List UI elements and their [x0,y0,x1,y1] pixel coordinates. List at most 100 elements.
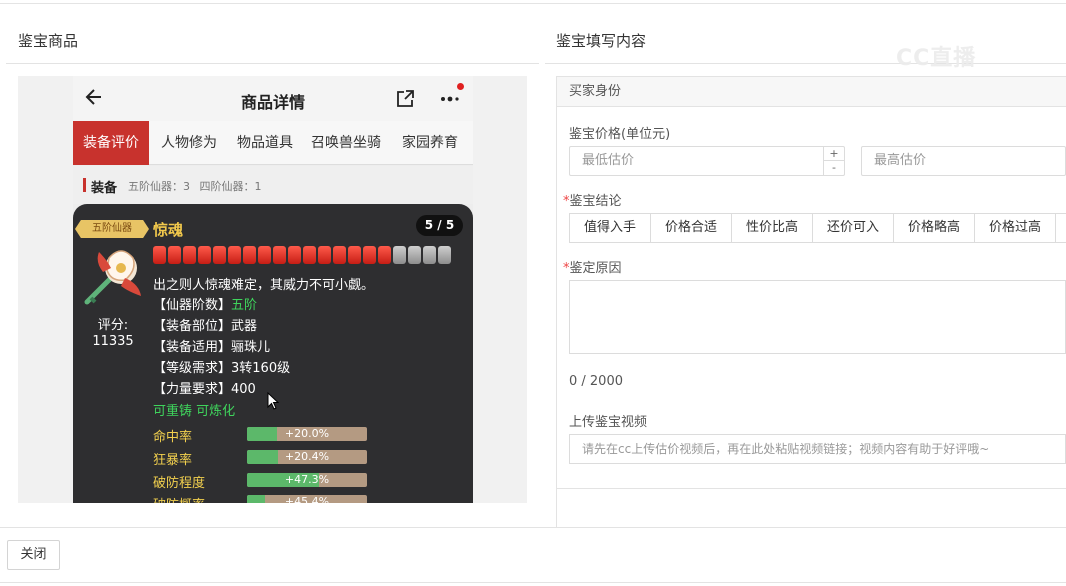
bottom-border [0,582,1066,583]
right-title-divider [545,63,1066,64]
attr-value: 五阶 [231,298,258,313]
conclusion-option[interactable]: 性价比高 [732,214,813,242]
score-label: 评分: [97,318,129,333]
mouse-cursor-icon [267,392,279,410]
close-button[interactable]: 关闭 [7,540,60,570]
subheader-accent-bar [83,178,86,192]
video-label: 上传鉴宝视频 [569,415,648,430]
tab-items[interactable]: 物品道具 [229,121,301,165]
watermark-logo: CC直播 [896,46,977,71]
star-empty [408,246,421,264]
phone-header: 商品详情 [73,76,473,122]
tab-summons-mounts[interactable]: 召唤兽坐骑 [305,121,387,165]
notification-dot [457,83,464,90]
star-filled [273,246,286,264]
more-options-icon[interactable] [439,88,461,110]
star-filled [258,246,271,264]
right-column-title: 鉴宝填写内容 [556,32,647,50]
stat-name: 破防概率 [153,494,205,503]
stat-value: +47.3% [284,473,330,486]
star-filled [303,246,316,264]
reason-char-counter: 0 / 2000 [569,374,623,389]
attr-key: 【仙器阶数】 [153,298,232,313]
reason-label: *鉴定原因 [563,257,622,276]
attr-row: 【等级需求】3转160级 [153,357,290,376]
star-filled [378,246,391,264]
top-border [0,0,1066,4]
star-filled [213,246,226,264]
attr-row: 【装备适用】骊珠儿 [153,336,270,355]
attr-row: 【力量要求】400 [153,378,256,397]
stat-value: +20.4% [284,450,330,463]
item-description: 出之则人惊魂难定，其威力不可小觑。 [153,278,375,293]
tab-equipment-review[interactable]: 装备评价 [73,121,149,165]
item-count-pill: 5 / 5 [416,215,463,236]
conclusion-option[interactable]: 值得入手 [570,214,651,242]
star-filled [153,246,166,264]
stat-name: 命中率 [153,430,193,445]
conclusion-label-text: 鉴宝结论 [569,194,622,209]
attr-key: 【装备部位】 [153,319,232,334]
attr-value: 骊珠儿 [231,340,271,355]
form-divider [557,488,1066,489]
stat-name: 破防程度 [153,476,206,491]
star-filled [168,246,181,264]
star-empty [393,246,406,264]
buyer-identity-header[interactable]: 买家身份 [557,77,1066,107]
artifact-counts: 五阶仙器：3 四阶仙器：1 [128,180,262,193]
stat-name: 狂暴率 [153,453,193,468]
price-label: 鉴宝价格(单位元) [569,127,671,142]
star-filled [333,246,346,264]
conclusion-option[interactable]: 还价可入 [813,214,894,242]
left-title-divider [6,63,539,64]
conclusion-options: 值得入手 价格合适 性价比高 还价可入 价格略高 价格过高 [569,213,1066,243]
reason-label-text: 鉴定原因 [569,261,622,276]
reason-textarea[interactable] [569,280,1066,354]
star-filled [183,246,196,264]
star-filled [348,246,361,264]
item-name: 惊魂 [153,221,184,239]
price-stepper[interactable]: + - [823,147,844,176]
star-empty [438,246,451,264]
left-column-title: 鉴宝商品 [18,32,79,50]
stat-value: +45.4% [284,495,330,503]
star-filled [228,246,241,264]
conclusion-option[interactable]: 价格过高 [975,214,1056,242]
conclusion-label: *鉴宝结论 [563,190,622,209]
star-filled [288,246,301,264]
tab-home-raising[interactable]: 家园养育 [395,121,465,165]
stat-bar: +47.3% [247,473,367,487]
stat-value: +20.0% [284,427,330,440]
product-phone-screenshot: 商品详情 装备评价 人物修为 物品道具 召唤兽坐骑 家园养育 装备 五阶仙器：3… [73,76,473,503]
attr-value: 武器 [231,319,258,334]
attr-key: 【装备适用】 [153,340,232,355]
star-empty [423,246,436,264]
recast-note: 可重铸 可炼化 [153,404,236,419]
grade-badge: 五阶仙器 [75,220,149,238]
attr-row: 【仙器阶数】五阶 [153,294,257,313]
conclusion-option[interactable]: 价格略高 [894,214,975,242]
stepper-up-button[interactable]: + [824,147,844,161]
star-filled [318,246,331,264]
stat-bar: +45.4% [247,495,367,503]
conclusion-option[interactable]: 价格合适 [651,214,732,242]
attr-key: 【力量要求】 [153,382,232,397]
share-icon[interactable] [395,89,415,109]
score-value: 11335 [92,334,134,349]
star-filled [363,246,376,264]
attr-row: 【装备部位】武器 [153,315,257,334]
equipment-card[interactable]: 五阶仙器 惊魂 5 / 5 评分: 11335 出之则人惊魂难定，其威力不可小觑… [73,204,473,503]
attr-value: 3转160级 [231,361,291,376]
attr-value: 400 [231,382,256,397]
star-filled [198,246,211,264]
tab-character-cultivation[interactable]: 人物修为 [153,121,225,165]
weapon-icon [84,250,141,305]
equipment-section-label: 装备 [91,181,118,196]
min-price-input[interactable]: 最低估价 [569,146,845,176]
video-link-input[interactable]: 请先在cc上传估价视频后，再在此处粘贴视频链接；视频内容有助于好评哦~ [569,434,1066,464]
stepper-down-button[interactable]: - [824,161,844,175]
footer-divider [0,527,1066,528]
stat-bar: +20.4% [247,450,367,464]
max-price-input[interactable]: 最高估价 [861,146,1066,176]
stat-bar: +20.0% [247,427,367,441]
